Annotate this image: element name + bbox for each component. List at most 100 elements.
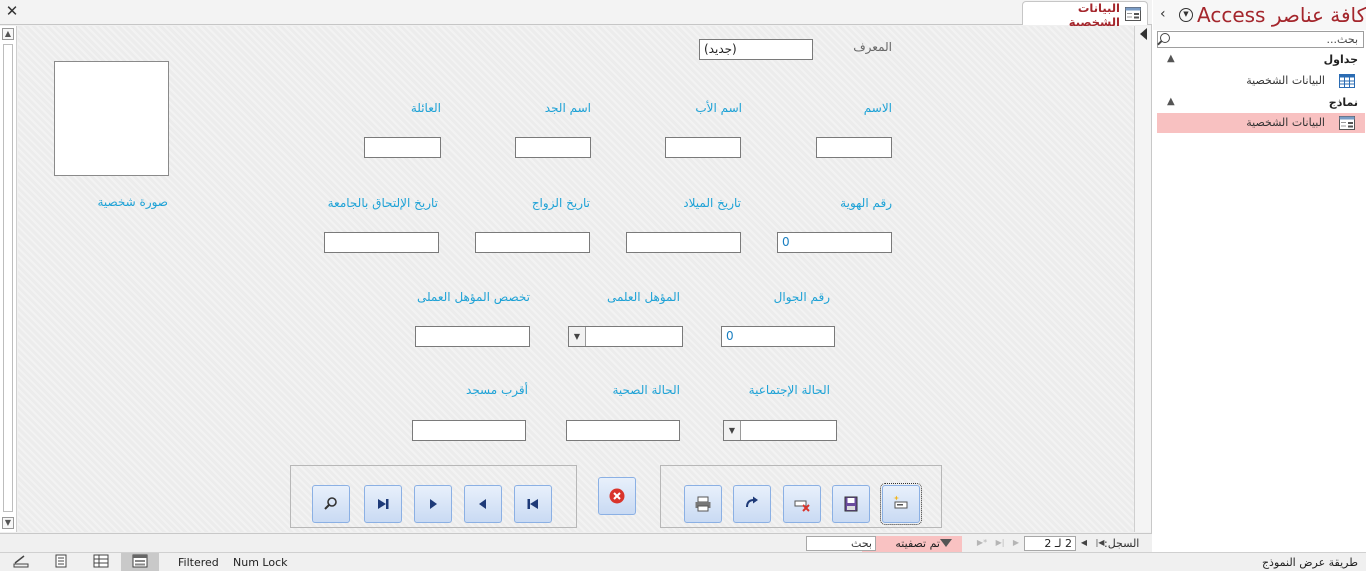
nearest-mosque-field[interactable] <box>412 420 526 441</box>
navigation-search-input[interactable]: بحث... <box>1157 31 1364 48</box>
nav-group-tables[interactable]: جداول ▲ <box>1153 53 1366 71</box>
filter-status-text: تم تصفيته <box>895 537 940 550</box>
redo-button[interactable] <box>733 485 771 523</box>
university-join-date-field[interactable] <box>324 232 439 253</box>
table-icon <box>1339 74 1355 95</box>
record-navigation-bar: السجل: |◀ ◀ 2 لـ 2 ▶ ▶| ▶* تم تصفيته بحث <box>0 533 1152 552</box>
name-field[interactable] <box>816 137 892 158</box>
print-record-button[interactable] <box>684 485 722 523</box>
mobile-label: رقم الجوال <box>773 290 830 304</box>
chevron-up-icon[interactable]: ▲ <box>1167 53 1175 64</box>
mobile-field[interactable]: 0 <box>721 326 835 347</box>
close-form-button[interactable] <box>598 477 636 515</box>
find-record-button[interactable] <box>312 485 350 523</box>
scroll-down-icon[interactable]: ▼ <box>2 517 14 529</box>
previous-record-icon <box>475 496 491 512</box>
chevron-down-icon[interactable]: ▼ <box>569 327 586 346</box>
tab-label: البيانات الشخصية <box>1068 1 1120 29</box>
marital-status-combo[interactable]: ▼ <box>723 420 837 441</box>
id-number-label: رقم الهوية <box>840 196 892 210</box>
previous-record-nav-icon[interactable]: ◀ <box>1078 537 1090 549</box>
record-label: السجل: <box>1104 537 1140 550</box>
form-icon <box>1125 6 1141 24</box>
scroll-up-icon[interactable]: ▲ <box>2 28 14 40</box>
family-label: العائلة <box>410 101 441 115</box>
last-record-button[interactable] <box>364 485 402 523</box>
qualification-label: المؤهل العلمى <box>606 290 680 304</box>
health-status-field[interactable] <box>566 420 680 441</box>
practical-specialty-label: تخصص المؤهل العملى <box>416 290 530 304</box>
collapse-pane-icon[interactable]: ‹ <box>1160 6 1166 22</box>
university-join-date-label: تاريخ الإلتحاق بالجامعة <box>327 196 438 210</box>
form-view-icon <box>132 554 148 571</box>
new-record-icon <box>892 495 910 513</box>
qualification-combo[interactable]: ▼ <box>568 326 683 347</box>
datasheet-view-button[interactable] <box>42 553 80 571</box>
record-position-input[interactable]: 2 لـ 2 <box>1024 536 1076 551</box>
next-record-nav-icon[interactable]: ▶ <box>1010 537 1022 549</box>
chevron-down-icon[interactable]: ▼ <box>724 421 741 440</box>
nav-group-label: نماذج <box>1328 96 1358 109</box>
new-record-nav-icon[interactable]: ▶* <box>976 537 988 549</box>
navigation-pane-title[interactable]: كافة عناصر Access <box>1197 3 1366 27</box>
form-icon <box>1339 116 1355 137</box>
first-record-icon <box>525 496 541 512</box>
birth-date-label: تاريخ الميلاد <box>683 196 741 210</box>
photo-label: صورة شخصية <box>97 195 168 209</box>
search-icon <box>1160 33 1170 43</box>
save-record-button[interactable] <box>832 485 870 523</box>
nearest-mosque-label: أقرب مسجد <box>466 383 528 397</box>
design-view-button[interactable] <box>82 553 120 571</box>
nav-item-label: البيانات الشخصية <box>1246 74 1325 87</box>
current-record-icon <box>1140 28 1147 40</box>
family-field[interactable] <box>364 137 441 158</box>
birth-date-field[interactable] <box>626 232 741 253</box>
record-search-input[interactable]: بحث <box>806 536 876 551</box>
chevron-up-icon[interactable]: ▲ <box>1167 96 1175 107</box>
grandfather-name-field[interactable] <box>515 137 591 158</box>
last-record-nav-icon[interactable]: ▶| <box>994 537 1006 549</box>
previous-record-button[interactable] <box>464 485 502 523</box>
marriage-date-field[interactable] <box>475 232 590 253</box>
filter-icon <box>940 539 952 547</box>
nav-item-label: البيانات الشخصية <box>1246 116 1325 129</box>
num-lock-indicator: Num Lock <box>233 556 288 569</box>
nav-group-forms[interactable]: نماذج ▲ <box>1153 96 1366 114</box>
document-tab-bar: ✕ البيانات الشخصية <box>0 0 1152 29</box>
practical-specialty-field[interactable] <box>415 326 530 347</box>
datasheet-view-icon <box>54 554 68 571</box>
nav-item-personal-data-form[interactable]: البيانات الشخصية <box>1157 113 1365 133</box>
tab-personal-data-form[interactable]: البيانات الشخصية <box>1022 1 1148 29</box>
father-name-field[interactable] <box>665 137 741 158</box>
navigation-search-placeholder: بحث... <box>1326 33 1358 46</box>
id-number-field[interactable]: 0 <box>777 232 892 253</box>
form-view-button[interactable] <box>121 553 159 571</box>
next-record-button[interactable] <box>414 485 452 523</box>
first-record-nav-icon[interactable]: |◀ <box>1094 537 1106 549</box>
scroll-thumb[interactable] <box>3 44 13 512</box>
first-record-button[interactable] <box>514 485 552 523</box>
search-icon <box>323 496 339 512</box>
photo-frame[interactable] <box>54 61 169 176</box>
layout-view-button[interactable] <box>2 553 40 571</box>
delete-record-icon <box>793 495 811 513</box>
chevron-down-icon[interactable]: ▼ <box>1179 8 1193 22</box>
filter-status-badge[interactable]: تم تصفيته <box>862 536 962 552</box>
delete-record-button[interactable] <box>783 485 821 523</box>
access-window: ✕ البيانات الشخصية ▲ ▼ المعرف (جديد) صور… <box>0 0 1366 571</box>
record-selector[interactable] <box>1134 26 1151 532</box>
design-view-icon <box>93 554 109 571</box>
vertical-scrollbar[interactable]: ▲ ▼ <box>0 26 17 532</box>
nav-item-personal-data-table[interactable]: البيانات الشخصية <box>1157 71 1365 91</box>
redo-icon <box>743 495 761 513</box>
navigation-pane: ‹ ▼ كافة عناصر Access بحث... جداول ▲ الب… <box>1153 0 1366 552</box>
name-label: الاسم <box>863 101 892 115</box>
marital-status-label: الحالة الإجتماعية <box>748 383 830 397</box>
nav-group-label: جداول <box>1323 53 1358 66</box>
printer-icon <box>694 495 712 513</box>
new-record-button[interactable] <box>880 483 922 525</box>
save-icon <box>842 495 860 513</box>
view-name-indicator: طريقة عرض النموذج <box>1261 556 1358 569</box>
id-field[interactable]: (جديد) <box>699 39 813 60</box>
close-document-button[interactable]: ✕ <box>4 3 20 19</box>
